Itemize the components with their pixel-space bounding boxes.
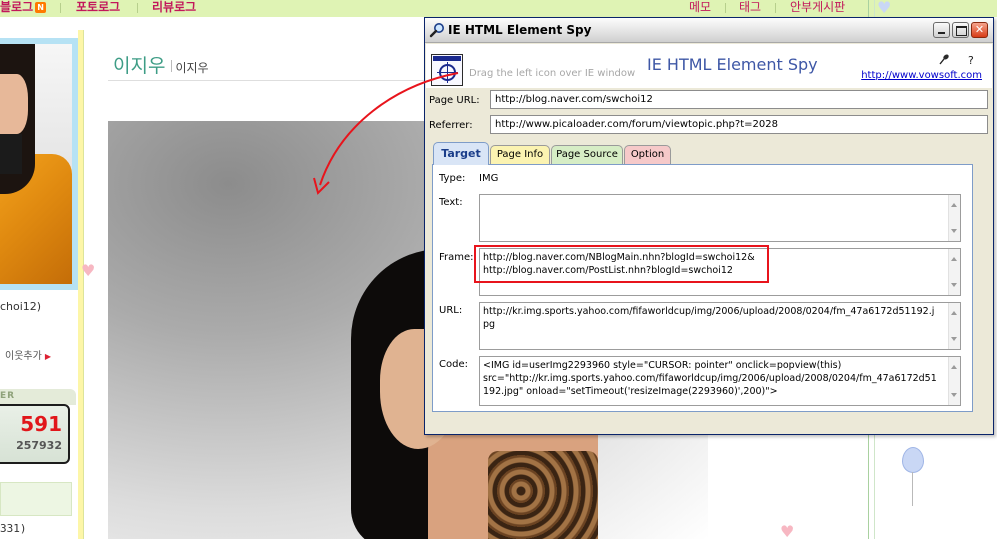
code-line-2: src="http://kr.img.sports.yahoo.com/fifa… bbox=[483, 373, 937, 384]
new-badge: N bbox=[35, 2, 47, 13]
title-divider bbox=[171, 60, 173, 72]
heart-icon: ♥ bbox=[780, 522, 795, 539]
image-leopard-top bbox=[488, 451, 598, 539]
maximize-icon bbox=[953, 23, 968, 37]
window-title: IE HTML Element Spy bbox=[448, 23, 592, 37]
sidebar-widget bbox=[0, 482, 72, 516]
frame-scrollbar[interactable] bbox=[948, 249, 960, 295]
url-field[interactable]: http://kr.img.sports.yahoo.com/fifaworld… bbox=[479, 302, 961, 350]
add-neighbor-label: 이웃추가 bbox=[5, 351, 42, 362]
page-url-field[interactable]: http://blog.naver.com/swchoi12 bbox=[490, 90, 988, 109]
code-label: Code: bbox=[439, 359, 468, 370]
nav-blog-link[interactable]: 블로그 N bbox=[0, 0, 47, 15]
url-scrollbar[interactable] bbox=[948, 303, 960, 349]
arrow-right-icon: ▶ bbox=[44, 352, 51, 361]
close-icon: ✕ bbox=[974, 23, 985, 36]
nav-blog-label: 블로그 bbox=[0, 0, 34, 14]
heart-icon: ♥ bbox=[81, 261, 96, 280]
tab-target[interactable]: Target bbox=[433, 142, 489, 165]
close-button[interactable]: ✕ bbox=[971, 22, 988, 38]
heart-icon: ♥ bbox=[877, 0, 892, 17]
title-bar[interactable]: IE HTML Element Spy ✕ bbox=[425, 18, 993, 43]
tab-page-info[interactable]: Page Info bbox=[490, 145, 550, 165]
nav-divider bbox=[725, 3, 726, 13]
visitor-counter-header: ER bbox=[0, 389, 76, 405]
scroll-up-icon bbox=[951, 203, 957, 207]
code-scrollbar[interactable] bbox=[948, 357, 960, 405]
balloon-string bbox=[912, 472, 913, 506]
url-label: URL: bbox=[439, 305, 463, 316]
counter-total: 257932 bbox=[16, 439, 62, 452]
tab-page-source[interactable]: Page Source bbox=[551, 145, 623, 165]
balloon-icon bbox=[902, 447, 924, 473]
tab-option[interactable]: Option bbox=[624, 145, 671, 165]
text-scrollbar[interactable] bbox=[948, 195, 960, 241]
url-line-2: pg bbox=[483, 319, 496, 330]
url-line-1: http://kr.img.sports.yahoo.com/fifaworld… bbox=[483, 306, 935, 317]
minimize-icon bbox=[934, 23, 949, 37]
help-button[interactable]: ? bbox=[968, 54, 974, 67]
pin-icon[interactable] bbox=[938, 53, 950, 65]
target-panel: Type: IMG Text: Frame: http://blog.naver… bbox=[432, 164, 973, 412]
scroll-up-icon bbox=[951, 365, 957, 369]
photo-neck bbox=[0, 134, 22, 174]
code-field[interactable]: <IMG id=userImg2293960 style="CURSOR: po… bbox=[479, 356, 961, 406]
maximize-button[interactable] bbox=[952, 22, 969, 38]
sidebar-bottom-text: 331) bbox=[0, 522, 27, 535]
scroll-up-icon bbox=[951, 257, 957, 261]
nav-divider bbox=[60, 3, 61, 13]
app-title: IE HTML Element Spy bbox=[647, 55, 818, 74]
post-title-text: 이지우 bbox=[113, 55, 166, 77]
nav-photolog-link[interactable]: 포토로그 bbox=[76, 0, 120, 15]
spy-window: IE HTML Element Spy ✕ Drag the left icon… bbox=[424, 17, 994, 435]
profile-name: choi12) bbox=[0, 300, 42, 313]
scroll-down-icon bbox=[951, 229, 957, 233]
magnifier-app-icon bbox=[429, 23, 444, 38]
text-field[interactable] bbox=[479, 194, 961, 242]
scroll-down-icon bbox=[951, 283, 957, 287]
red-annotation-arrow bbox=[313, 72, 459, 195]
add-neighbor-link[interactable]: 이웃추가 ▶ bbox=[5, 347, 51, 362]
scroll-up-icon bbox=[951, 311, 957, 315]
counter-label: ER bbox=[0, 391, 16, 401]
type-value: IMG bbox=[479, 173, 499, 184]
nav-divider bbox=[775, 3, 776, 13]
minimize-button[interactable] bbox=[933, 22, 950, 38]
nav-guestbook-link[interactable]: 안부게시판 bbox=[790, 0, 845, 15]
post-title: 이지우 이지우 bbox=[113, 51, 209, 78]
profile-photo[interactable] bbox=[0, 44, 72, 284]
pin-glyph bbox=[939, 54, 949, 65]
sidebar-border-strip bbox=[78, 30, 84, 539]
frame-label: Frame: bbox=[439, 252, 474, 263]
nav-tag-link[interactable]: 태그 bbox=[739, 0, 761, 15]
spy-header: Drag the left icon over IE window IE HTM… bbox=[426, 44, 992, 88]
code-line-3: 192.jpg" onload="setTimeout('resizeImage… bbox=[483, 386, 778, 397]
drag-hint: Drag the left icon over IE window bbox=[469, 68, 636, 79]
nav-divider bbox=[137, 3, 138, 13]
nav-memo-link[interactable]: 메모 bbox=[689, 0, 711, 15]
scroll-down-icon bbox=[951, 393, 957, 397]
referrer-field[interactable]: http://www.picaloader.com/forum/viewtopi… bbox=[490, 115, 988, 134]
scroll-down-icon bbox=[951, 337, 957, 341]
post-subtitle: 이지우 bbox=[175, 61, 209, 75]
counter-today: 591 bbox=[20, 412, 62, 436]
photo-face bbox=[0, 74, 28, 134]
visitor-counter: 591 257932 bbox=[0, 404, 70, 464]
frame-highlight-box bbox=[474, 245, 769, 283]
nav-reviewlog-link[interactable]: 리뷰로그 bbox=[152, 0, 196, 15]
code-line-1: <IMG id=userImg2293960 style="CURSOR: po… bbox=[483, 360, 842, 371]
vowsoft-link[interactable]: http://www.vowsoft.com bbox=[861, 70, 982, 81]
blog-top-nav: 블로그 N 포토로그 리뷰로그 메모 태그 안부게시판 bbox=[0, 0, 997, 17]
